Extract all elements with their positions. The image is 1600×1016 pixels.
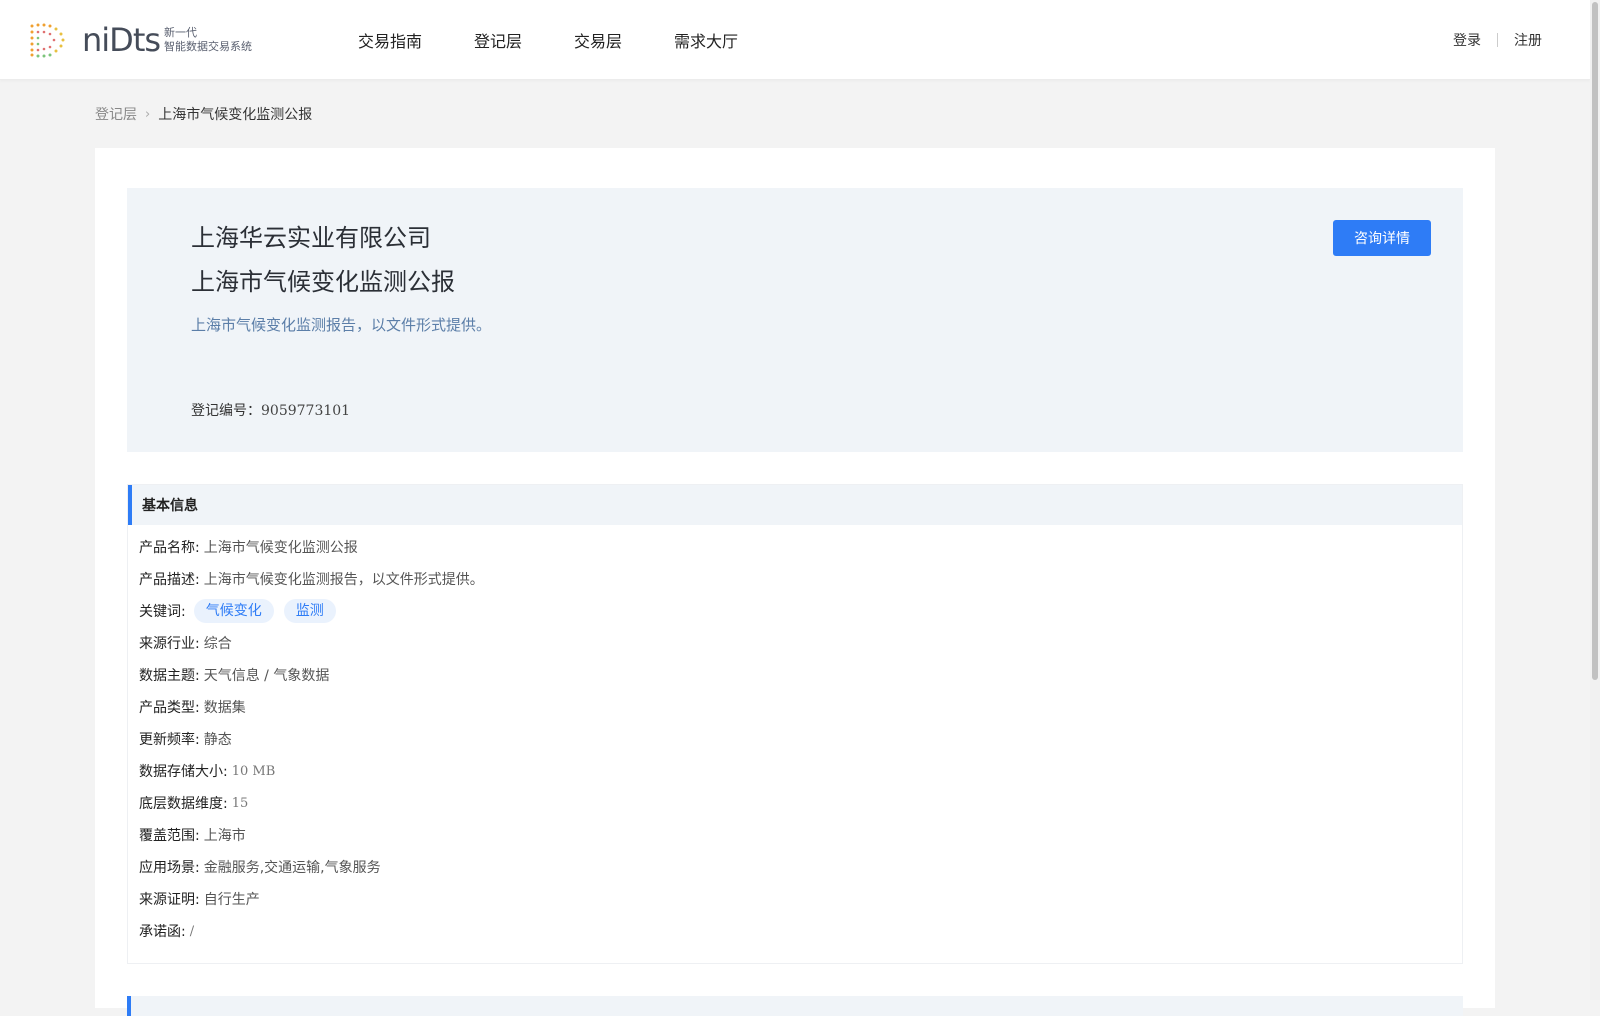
info-row-coverage: 覆盖范围: 上海市: [128, 819, 1462, 851]
info-value: /: [189, 923, 195, 939]
info-label: 产品描述:: [139, 572, 200, 588]
registration-value: 9059773101: [261, 403, 351, 419]
next-section-heading: [127, 996, 1463, 1016]
breadcrumb-current: 上海市气候变化监测公报: [158, 107, 313, 123]
nav-trading-layer[interactable]: 交易层: [574, 28, 622, 52]
logo-wordmark: niDts: [82, 21, 161, 59]
logo-subtitle-line1: 新一代: [164, 26, 198, 39]
breadcrumb: 登记层 › 上海市气候变化监测公报: [95, 104, 312, 124]
info-value: 天气信息 / 气象数据: [203, 668, 330, 684]
info-label: 更新频率:: [139, 732, 200, 748]
company-name: 上海华云实业有限公司: [191, 224, 431, 252]
info-label: 数据存储大小:: [139, 764, 228, 780]
info-value: 15: [231, 795, 249, 811]
basic-info-section: 基本信息 产品名称: 上海市气候变化监测公报 产品描述: 上海市气候变化监测报告…: [127, 484, 1463, 964]
info-value: 静态: [203, 732, 232, 748]
scrollbar-thumb[interactable]: [1592, 2, 1598, 680]
info-label: 覆盖范围:: [139, 828, 200, 844]
info-label: 产品名称:: [139, 540, 200, 556]
info-label: 应用场景:: [139, 860, 200, 876]
basic-info-heading: 基本信息: [128, 485, 1462, 525]
info-value: 10 MB: [231, 763, 276, 779]
product-hero: 上海华云实业有限公司 上海市气候变化监测公报 上海市气候变化监测报告，以文件形式…: [127, 188, 1463, 452]
chevron-right-icon: ›: [145, 106, 151, 122]
info-row-industry: 来源行业: 综合: [128, 627, 1462, 659]
auth-links: 登录 注册: [1453, 0, 1542, 80]
info-value: 数据集: [203, 700, 246, 716]
keyword-tag[interactable]: 监测: [283, 599, 336, 623]
detail-card: 上海华云实业有限公司 上海市气候变化监测公报 上海市气候变化监测报告，以文件形式…: [95, 148, 1495, 1016]
register-link[interactable]: 注册: [1514, 30, 1542, 50]
info-value: 自行生产: [203, 892, 260, 908]
info-row-product-desc: 产品描述: 上海市气候变化监测报告，以文件形式提供。: [128, 563, 1462, 595]
breadcrumb-parent[interactable]: 登记层: [95, 104, 137, 124]
info-value: 上海市: [203, 828, 246, 844]
info-row-dimension: 底层数据维度: 15: [128, 787, 1462, 819]
basic-info-list: 产品名称: 上海市气候变化监测公报 产品描述: 上海市气候变化监测报告，以文件形…: [128, 525, 1462, 947]
auth-divider: [1497, 33, 1498, 47]
info-label: 产品类型:: [139, 700, 200, 716]
info-label: 底层数据维度:: [139, 796, 228, 812]
logo-subtitle: 新一代 智能数据交易系统: [164, 26, 252, 54]
info-row-type: 产品类型: 数据集: [128, 691, 1462, 723]
nav-demand-hall[interactable]: 需求大厅: [674, 28, 738, 52]
info-row-commitment: 承诺函: /: [128, 915, 1462, 947]
info-row-topic: 数据主题: 天气信息 / 气象数据: [128, 659, 1462, 691]
info-row-frequency: 更新频率: 静态: [128, 723, 1462, 755]
product-title: 上海市气候变化监测公报: [191, 268, 455, 296]
info-label: 来源行业:: [139, 636, 200, 652]
info-label: 数据主题:: [139, 668, 200, 684]
info-label: 承诺函:: [139, 924, 186, 940]
info-label: 关键词:: [139, 604, 186, 620]
info-row-scenarios: 应用场景: 金融服务,交通运输,气象服务: [128, 851, 1462, 883]
info-value: 综合: [203, 636, 232, 652]
keyword-tag[interactable]: 气候变化: [193, 599, 274, 623]
info-row-keywords: 关键词: 气候变化 监测: [128, 595, 1462, 627]
main-nav: 交易指南 登记层 交易层 需求大厅: [358, 0, 790, 80]
nav-trading-guide[interactable]: 交易指南: [358, 28, 422, 52]
login-link[interactable]: 登录: [1453, 30, 1481, 50]
info-row-storage: 数据存储大小: 10 MB: [128, 755, 1462, 787]
info-row-source-proof: 来源证明: 自行生产: [128, 883, 1462, 915]
keyword-tags: 气候变化 监测: [193, 599, 346, 623]
info-value: 上海市气候变化监测公报: [203, 540, 358, 556]
logo-dot-d-icon: [30, 23, 65, 58]
info-label: 来源证明:: [139, 892, 200, 908]
product-summary: 上海市气候变化监测报告，以文件形式提供。: [191, 316, 492, 334]
consult-details-button[interactable]: 咨询详情: [1333, 220, 1431, 256]
info-value: 上海市气候变化监测报告，以文件形式提供。: [203, 572, 484, 588]
nav-registration-layer[interactable]: 登记层: [474, 28, 522, 52]
top-header: niDts 新一代 智能数据交易系统 交易指南 登记层 交易层 需求大厅 登录 …: [0, 0, 1590, 80]
page-scrollbar[interactable]: [1590, 0, 1600, 1000]
registration-number: 登记编号：9059773101: [191, 400, 350, 420]
info-value: 金融服务,交通运输,气象服务: [203, 860, 381, 876]
registration-label: 登记编号：: [191, 403, 261, 419]
info-row-product-name: 产品名称: 上海市气候变化监测公报: [128, 531, 1462, 563]
logo[interactable]: niDts 新一代 智能数据交易系统: [28, 20, 252, 60]
logo-subtitle-line2: 智能数据交易系统: [164, 40, 253, 53]
